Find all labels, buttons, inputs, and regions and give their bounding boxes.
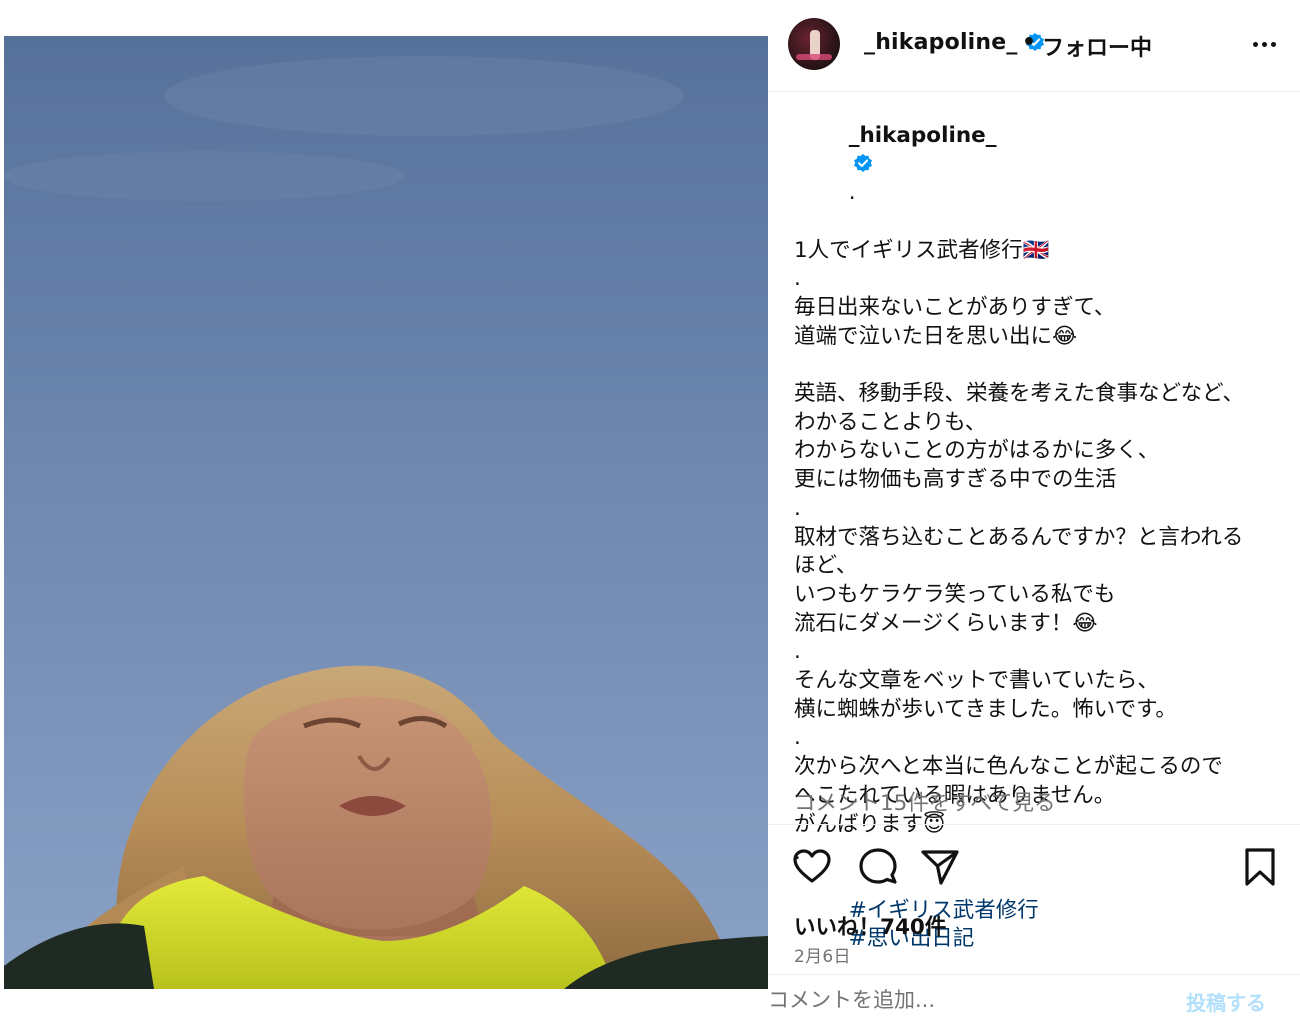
caption-line: 取材で落ち込むことあるんですか？と言われる bbox=[794, 524, 1244, 550]
caption-first-line: _hikapoline_ . bbox=[794, 93, 1284, 237]
avatar-accent bbox=[796, 54, 832, 60]
comment-bar: 投稿する bbox=[768, 974, 1300, 1022]
comment-icon[interactable] bbox=[856, 845, 900, 889]
comment-input[interactable] bbox=[768, 983, 1148, 1017]
caption-line: 更には物価も高すぎる中での生活 bbox=[794, 467, 1117, 493]
caption-line bbox=[794, 351, 1284, 380]
header-username-text[interactable]: _hikapoline_ bbox=[864, 30, 1018, 55]
post-photo[interactable] bbox=[4, 36, 768, 989]
header-username[interactable]: _hikapoline_ bbox=[864, 30, 1045, 55]
caption-line: 毎日出来ないことがありすぎて、 bbox=[794, 294, 1116, 320]
dot bbox=[1261, 41, 1267, 47]
verified-badge-icon bbox=[853, 154, 872, 173]
caption-line: 道端で泣いた日を思い出に😂 bbox=[794, 323, 1078, 349]
caption-line: いつもケラケラ笑っている私でも bbox=[794, 581, 1116, 607]
view-all-comments-link[interactable]: コメント15件をすべて見る bbox=[794, 786, 1056, 817]
caption-line: わかることよりも、 bbox=[794, 409, 987, 435]
post-comment-button[interactable]: 投稿する bbox=[1186, 987, 1266, 1016]
dot bbox=[1252, 41, 1258, 47]
avatar[interactable] bbox=[788, 18, 840, 70]
caption-line: わからないことの方がはるかに多く、 bbox=[794, 438, 1160, 464]
instagram-post: _hikapoline_ • フォロー中 _hikapoline_ . 1人でイ… bbox=[0, 0, 1300, 1022]
post-date[interactable]: 2月6日 bbox=[794, 942, 851, 967]
heart-icon[interactable] bbox=[790, 845, 834, 889]
send-icon[interactable] bbox=[918, 845, 962, 889]
caption-line: . bbox=[794, 266, 801, 292]
caption-line: . bbox=[794, 639, 801, 665]
post-header: _hikapoline_ • フォロー中 bbox=[768, 0, 1300, 92]
post-sidebar: _hikapoline_ • フォロー中 _hikapoline_ . 1人でイ… bbox=[768, 0, 1300, 1022]
caption-line: 横に蜘蛛が歩いてきました。怖いです。 bbox=[794, 696, 1177, 722]
caption-line: . bbox=[794, 725, 801, 751]
caption-line: 次から次へと本当に色んなことが起こるので bbox=[794, 754, 1223, 780]
more-horizontal-icon[interactable] bbox=[1246, 26, 1282, 62]
header-separator: • bbox=[1022, 30, 1037, 55]
selfie-illustration bbox=[4, 56, 768, 989]
caption-line: 英語、移動手段、栄養を考えた食事などなど、 bbox=[794, 381, 1244, 407]
caption-suffix: . bbox=[848, 180, 856, 206]
caption-line: そんな文章をベットで書いていたら、 bbox=[794, 668, 1159, 694]
like-count[interactable]: いいね！740件 bbox=[794, 910, 946, 941]
caption-line: ほど、 bbox=[794, 553, 858, 579]
caption-line: . bbox=[794, 495, 801, 521]
action-bar bbox=[768, 824, 1300, 904]
caption-line: 流石にダメージくらいます！😂 bbox=[794, 610, 1098, 636]
caption-line: 1人でイギリス武者修行🇬🇧 bbox=[794, 237, 1050, 263]
bookmark-icon[interactable] bbox=[1238, 845, 1282, 889]
following-button[interactable]: フォロー中 bbox=[1042, 30, 1152, 62]
caption-username[interactable]: _hikapoline_ bbox=[849, 123, 997, 148]
dot bbox=[1270, 41, 1276, 47]
